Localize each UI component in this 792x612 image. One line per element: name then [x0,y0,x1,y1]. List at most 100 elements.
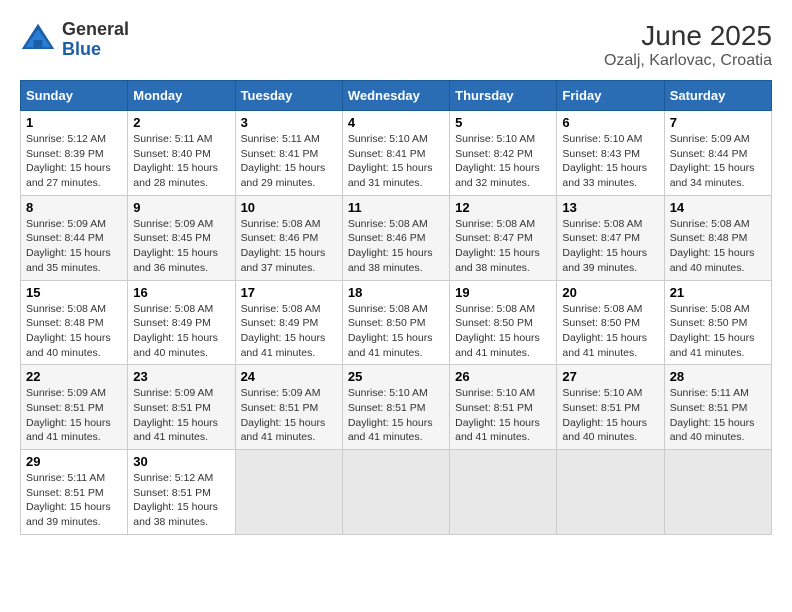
header-saturday: Saturday [664,81,771,111]
calendar-cell: 23 Sunrise: 5:09 AM Sunset: 8:51 PM Dayli… [128,365,235,450]
calendar-cell: 1 Sunrise: 5:12 AM Sunset: 8:39 PM Daylig… [21,111,128,196]
day-number: 21 [670,285,766,300]
day-info: Sunrise: 5:09 AM Sunset: 8:51 PM Dayligh… [133,386,229,445]
calendar-cell: 22 Sunrise: 5:09 AM Sunset: 8:51 PM Dayli… [21,365,128,450]
day-info: Sunrise: 5:08 AM Sunset: 8:50 PM Dayligh… [455,302,551,361]
calendar-cell: 24Sunrise: 5:09 AM Sunset: 8:51 PM Dayli… [235,365,342,450]
calendar-cell: 25 Sunrise: 5:10 AM Sunset: 8:51 PM Dayli… [342,365,449,450]
week-row-4: 22 Sunrise: 5:09 AM Sunset: 8:51 PM Dayli… [21,365,772,450]
day-info: Sunrise: 5:11 AM Sunset: 8:40 PM Dayligh… [133,132,229,191]
day-number: 3 [241,115,337,130]
week-row-2: 8 Sunrise: 5:09 AM Sunset: 8:44 PM Daylig… [21,195,772,280]
day-number: 13 [562,200,658,215]
day-number: 5 [455,115,551,130]
day-info: Sunrise: 5:08 AM Sunset: 8:46 PM Dayligh… [241,217,337,276]
week-row-3: 15Sunrise: 5:08 AM Sunset: 8:48 PM Dayli… [21,280,772,365]
day-info: Sunrise: 5:10 AM Sunset: 8:51 PM Dayligh… [455,386,551,445]
day-number: 11 [348,200,444,215]
day-info: Sunrise: 5:08 AM Sunset: 8:46 PM Dayligh… [348,217,444,276]
calendar-cell: 6 Sunrise: 5:10 AM Sunset: 8:43 PM Daylig… [557,111,664,196]
calendar-cell: 12 Sunrise: 5:08 AM Sunset: 8:47 PM Dayli… [450,195,557,280]
calendar-cell: 29 Sunrise: 5:11 AM Sunset: 8:51 PM Dayli… [21,450,128,535]
day-info: Sunrise: 5:08 AM Sunset: 8:47 PM Dayligh… [562,217,658,276]
header-friday: Friday [557,81,664,111]
header-monday: Monday [128,81,235,111]
calendar-cell: 4Sunrise: 5:10 AM Sunset: 8:41 PM Daylig… [342,111,449,196]
day-number: 9 [133,200,229,215]
header-thursday: Thursday [450,81,557,111]
calendar-cell [342,450,449,535]
calendar-cell: 15Sunrise: 5:08 AM Sunset: 8:48 PM Dayli… [21,280,128,365]
calendar-cell: 27Sunrise: 5:10 AM Sunset: 8:51 PM Dayli… [557,365,664,450]
day-number: 1 [26,115,122,130]
logo-icon [20,22,56,58]
day-info: Sunrise: 5:09 AM Sunset: 8:44 PM Dayligh… [26,217,122,276]
day-info: Sunrise: 5:08 AM Sunset: 8:49 PM Dayligh… [241,302,337,361]
day-number: 18 [348,285,444,300]
day-number: 22 [26,369,122,384]
day-info: Sunrise: 5:10 AM Sunset: 8:42 PM Dayligh… [455,132,551,191]
week-row-1: 1 Sunrise: 5:12 AM Sunset: 8:39 PM Daylig… [21,111,772,196]
day-number: 10 [241,200,337,215]
day-info: Sunrise: 5:11 AM Sunset: 8:51 PM Dayligh… [26,471,122,530]
calendar-subtitle: Ozalj, Karlovac, Croatia [604,52,772,70]
day-info: Sunrise: 5:11 AM Sunset: 8:41 PM Dayligh… [241,132,337,191]
day-number: 23 [133,369,229,384]
week-row-5: 29 Sunrise: 5:11 AM Sunset: 8:51 PM Dayli… [21,450,772,535]
day-number: 15 [26,285,122,300]
calendar-cell [664,450,771,535]
calendar-cell: 3 Sunrise: 5:11 AM Sunset: 8:41 PM Daylig… [235,111,342,196]
calendar-cell: 11 Sunrise: 5:08 AM Sunset: 8:46 PM Dayli… [342,195,449,280]
day-info: Sunrise: 5:08 AM Sunset: 8:50 PM Dayligh… [348,302,444,361]
day-number: 30 [133,454,229,469]
logo-text: General Blue [62,20,129,60]
day-info: Sunrise: 5:10 AM Sunset: 8:51 PM Dayligh… [348,386,444,445]
day-number: 25 [348,369,444,384]
day-number: 24 [241,369,337,384]
day-number: 14 [670,200,766,215]
day-info: Sunrise: 5:10 AM Sunset: 8:51 PM Dayligh… [562,386,658,445]
day-info: Sunrise: 5:09 AM Sunset: 8:45 PM Dayligh… [133,217,229,276]
calendar-cell: 18 Sunrise: 5:08 AM Sunset: 8:50 PM Dayli… [342,280,449,365]
day-info: Sunrise: 5:08 AM Sunset: 8:50 PM Dayligh… [670,302,766,361]
day-number: 12 [455,200,551,215]
calendar-cell: 19Sunrise: 5:08 AM Sunset: 8:50 PM Dayli… [450,280,557,365]
logo: General Blue [20,20,129,60]
calendar-cell: 30 Sunrise: 5:12 AM Sunset: 8:51 PM Dayli… [128,450,235,535]
day-number: 20 [562,285,658,300]
title-block: June 2025 Ozalj, Karlovac, Croatia [604,20,772,70]
day-number: 29 [26,454,122,469]
day-number: 2 [133,115,229,130]
calendar-cell [557,450,664,535]
day-info: Sunrise: 5:12 AM Sunset: 8:39 PM Dayligh… [26,132,122,191]
day-info: Sunrise: 5:09 AM Sunset: 8:51 PM Dayligh… [26,386,122,445]
day-number: 8 [26,200,122,215]
calendar-cell: 21 Sunrise: 5:08 AM Sunset: 8:50 PM Dayli… [664,280,771,365]
day-info: Sunrise: 5:08 AM Sunset: 8:47 PM Dayligh… [455,217,551,276]
calendar-cell: 8 Sunrise: 5:09 AM Sunset: 8:44 PM Daylig… [21,195,128,280]
day-number: 7 [670,115,766,130]
header-sunday: Sunday [21,81,128,111]
page-header: General Blue June 2025 Ozalj, Karlovac, … [20,20,772,70]
day-info: Sunrise: 5:08 AM Sunset: 8:48 PM Dayligh… [670,217,766,276]
day-number: 6 [562,115,658,130]
day-info: Sunrise: 5:10 AM Sunset: 8:41 PM Dayligh… [348,132,444,191]
calendar-title: June 2025 [604,20,772,52]
day-info: Sunrise: 5:11 AM Sunset: 8:51 PM Dayligh… [670,386,766,445]
calendar-body: 1 Sunrise: 5:12 AM Sunset: 8:39 PM Daylig… [21,111,772,535]
header-wednesday: Wednesday [342,81,449,111]
calendar-cell [235,450,342,535]
calendar-cell: 16Sunrise: 5:08 AM Sunset: 8:49 PM Dayli… [128,280,235,365]
day-info: Sunrise: 5:12 AM Sunset: 8:51 PM Dayligh… [133,471,229,530]
calendar-table: SundayMondayTuesdayWednesdayThursdayFrid… [20,80,772,535]
calendar-cell: 14 Sunrise: 5:08 AM Sunset: 8:48 PM Dayli… [664,195,771,280]
calendar-cell [450,450,557,535]
day-number: 28 [670,369,766,384]
day-info: Sunrise: 5:10 AM Sunset: 8:43 PM Dayligh… [562,132,658,191]
day-info: Sunrise: 5:08 AM Sunset: 8:50 PM Dayligh… [562,302,658,361]
logo-blue-text: Blue [62,39,101,59]
day-number: 16 [133,285,229,300]
calendar-cell: 10 Sunrise: 5:08 AM Sunset: 8:46 PM Dayli… [235,195,342,280]
day-number: 17 [241,285,337,300]
calendar-cell: 7Sunrise: 5:09 AM Sunset: 8:44 PM Daylig… [664,111,771,196]
